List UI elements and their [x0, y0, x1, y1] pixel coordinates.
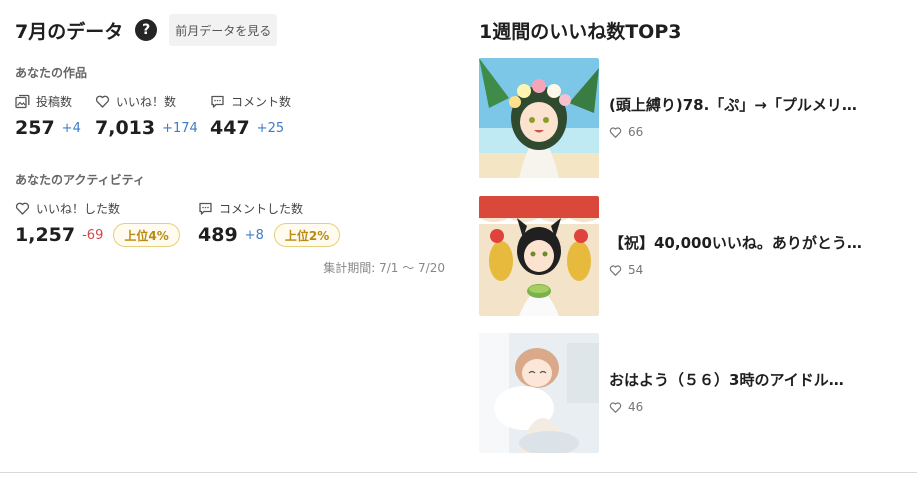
page: 7月のデータ ? 前月データを見る あなたの作品 投稿数 257 +4 いいね！…: [0, 0, 917, 479]
work-like-count: 66: [628, 125, 644, 139]
works-section-label: あなたの作品: [15, 66, 88, 80]
weekly-title: 1週間のいいね数TOP3: [479, 20, 682, 43]
stat-commented-value: 489: [198, 224, 238, 246]
stat-posts-label: 投稿数: [36, 94, 73, 109]
stat-commented-delta: +8: [244, 227, 264, 243]
rank-badge: 上位2%: [273, 223, 341, 247]
stat-liked-value: 1,257: [15, 224, 76, 246]
heart-icon: [15, 201, 30, 216]
heart-icon: [609, 401, 622, 414]
work-title[interactable]: おはよう（５６）3時のアイドル…: [609, 369, 904, 390]
monthly-header: 7月のデータ ? 前月データを見る: [15, 14, 445, 46]
stat-comments: コメント数 447 +25: [210, 93, 291, 141]
stat-likes: いいね！数 7,013 +174: [95, 93, 198, 141]
monthly-panel: 7月のデータ ? 前月データを見る あなたの作品 投稿数 257 +4 いいね！…: [15, 14, 445, 275]
stat-posts-value: 257: [15, 117, 55, 139]
weekly-top-panel: 1週間のいいね数TOP3 (頭上縛り)78.「ぷ」→「プルメリ… 66 【祝】4…: [479, 14, 909, 453]
work-title[interactable]: (頭上縛り)78.「ぷ」→「プルメリ…: [609, 94, 904, 115]
stat-commented: コメントした数 489 +8 上位2%: [198, 200, 341, 248]
comment-icon: [198, 201, 213, 216]
work-like-count: 54: [628, 263, 644, 277]
stat-liked: いいね！した数 1,257 -69 上位4%: [15, 200, 180, 248]
monthly-title: 7月のデータ: [15, 20, 124, 43]
period-text: 集計期間: 7/1 〜 7/20: [323, 261, 445, 275]
stat-likes-label: いいね！数: [116, 94, 177, 109]
stat-posts: 投稿数 257 +4: [15, 93, 81, 141]
work-thumbnail[interactable]: [479, 58, 599, 178]
top-work-card[interactable]: 【祝】40,000いいね。ありがとう… 54: [479, 196, 909, 316]
stat-commented-label: コメントした数: [219, 201, 304, 216]
top-work-card[interactable]: (頭上縛り)78.「ぷ」→「プルメリ… 66: [479, 58, 909, 178]
work-thumbnail[interactable]: [479, 333, 599, 453]
work-like-count: 46: [628, 400, 644, 414]
stat-comments-value: 447: [210, 117, 250, 139]
work-title[interactable]: 【祝】40,000いいね。ありがとう…: [609, 232, 904, 253]
posts-icon: [15, 94, 30, 109]
help-icon[interactable]: ?: [135, 19, 158, 41]
stat-posts-delta: +4: [61, 120, 81, 136]
stat-liked-delta: -69: [82, 227, 104, 243]
stat-comments-label: コメント数: [231, 94, 292, 109]
activity-section-label: あなたのアクティビティ: [15, 173, 145, 187]
stat-likes-delta: +174: [162, 120, 198, 136]
rank-badge: 上位4%: [113, 223, 180, 247]
heart-icon: [609, 264, 622, 277]
heart-icon: [609, 126, 622, 139]
stat-likes-value: 7,013: [95, 117, 156, 139]
top-work-card[interactable]: おはよう（５６）3時のアイドル… 46: [479, 333, 909, 453]
stat-liked-label: いいね！した数: [36, 201, 121, 216]
heart-icon: [95, 94, 110, 109]
stat-comments-delta: +25: [256, 120, 285, 136]
divider: [0, 472, 917, 473]
comment-icon: [210, 94, 225, 109]
work-thumbnail[interactable]: [479, 196, 599, 316]
previous-month-button[interactable]: 前月データを見る: [169, 14, 278, 46]
